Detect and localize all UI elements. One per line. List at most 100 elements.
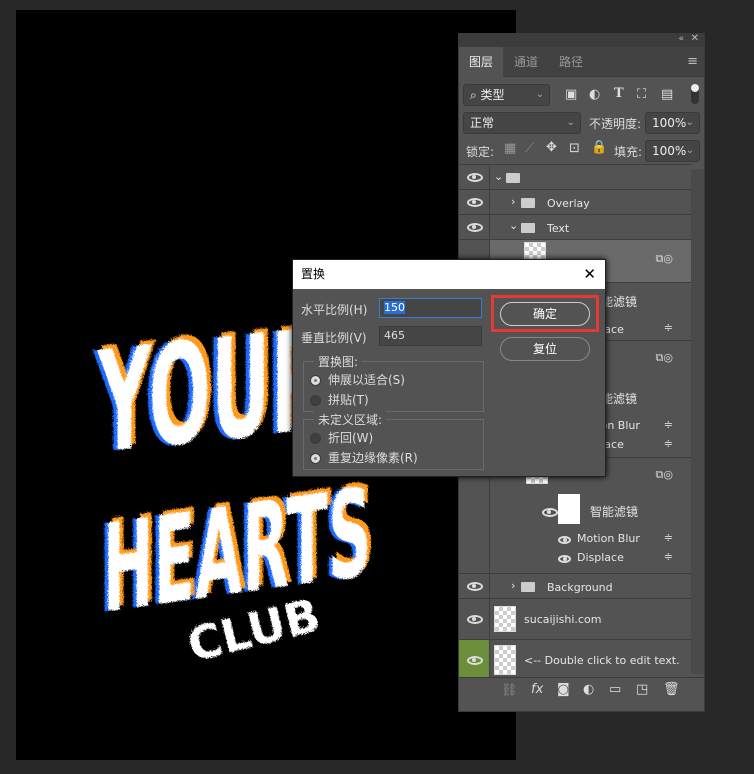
stretch-label[interactable]: 伸展以适合(S) bbox=[328, 371, 405, 388]
vertical-scale-value: 465 bbox=[384, 329, 405, 342]
new-layer-icon[interactable]: ◳ bbox=[636, 682, 648, 697]
filter-options-icon[interactable]: ≑ bbox=[664, 418, 673, 431]
layer-background[interactable]: › Background bbox=[459, 574, 691, 599]
eye-icon[interactable] bbox=[467, 198, 483, 207]
opacity-label: 不透明度: bbox=[589, 117, 642, 131]
filter-displace[interactable]: Displace bbox=[577, 551, 624, 564]
wrap-label[interactable]: 折回(W) bbox=[328, 429, 373, 446]
opacity-input[interactable]: 100% ⌄ bbox=[645, 112, 700, 134]
collapse-icon[interactable]: « bbox=[678, 34, 684, 44]
fill-input[interactable]: 100% ⌄ bbox=[645, 140, 700, 162]
layer-thumbnail bbox=[494, 606, 516, 632]
eye-icon[interactable] bbox=[542, 508, 558, 517]
eye-icon[interactable] bbox=[467, 615, 483, 624]
blend-mode-select[interactable]: 正常 ⌄ bbox=[463, 112, 581, 134]
adjustment-icon[interactable]: ◐ bbox=[583, 682, 594, 697]
smart-object-filter-icon[interactable]: ▤ bbox=[661, 87, 673, 102]
tab-layers[interactable]: 图层 bbox=[459, 47, 504, 77]
chevron-right-icon[interactable]: › bbox=[511, 579, 515, 592]
close-panel-icon[interactable]: ✕ bbox=[691, 33, 699, 44]
eye-icon[interactable] bbox=[467, 173, 483, 182]
group-label: 未定义区域: bbox=[314, 411, 387, 428]
layer-name: Text bbox=[547, 222, 570, 235]
tile-label[interactable]: 拼贴(T) bbox=[328, 391, 369, 408]
tab-channels[interactable]: 通道 bbox=[504, 47, 548, 77]
layers-scrollbar[interactable] bbox=[691, 169, 704, 674]
opacity-value: 100% bbox=[652, 116, 687, 130]
undefined-areas-group: 未定义区域: 折回(W) 重复边缘像素(R) bbox=[303, 411, 484, 470]
panel-menu-icon[interactable]: ≡ bbox=[687, 54, 698, 69]
chevron-down-icon: ⌄ bbox=[535, 89, 544, 100]
filter-options-icon[interactable]: ≑ bbox=[664, 531, 673, 544]
mask-icon[interactable]: ◙ bbox=[557, 682, 570, 697]
chevron-down-icon[interactable]: ⌄ bbox=[494, 170, 503, 183]
delete-icon[interactable]: 🗑 bbox=[663, 682, 680, 697]
filter-options-icon[interactable]: ≑ bbox=[664, 550, 673, 563]
radio-stretch[interactable] bbox=[310, 375, 321, 386]
panel-header: « ✕ bbox=[459, 33, 704, 47]
lock-artboard-icon[interactable]: ⊡ bbox=[569, 141, 580, 156]
layer-name: Background bbox=[547, 581, 613, 594]
search-icon: ⌕ bbox=[470, 88, 481, 102]
eye-icon[interactable] bbox=[558, 536, 571, 544]
adjustment-filter-icon[interactable]: ◐ bbox=[589, 87, 600, 102]
dialog-titlebar: 置换 ✕ bbox=[293, 260, 605, 289]
layer-text[interactable]: ⌄ Text bbox=[459, 215, 691, 240]
shape-filter-icon[interactable]: ⛶ bbox=[637, 87, 646, 102]
layer-thumbnail bbox=[494, 645, 516, 675]
filter-motion-blur[interactable]: Motion Blur bbox=[577, 532, 640, 545]
lock-transparent-icon[interactable]: ▦ bbox=[504, 141, 516, 156]
lock-all-icon[interactable]: 🔒 bbox=[591, 140, 607, 155]
eye-icon[interactable] bbox=[467, 223, 483, 232]
filter-toggle[interactable] bbox=[691, 84, 699, 104]
filter-options-icon[interactable]: ≑ bbox=[664, 437, 673, 450]
new-group-icon[interactable]: ▭ bbox=[609, 682, 621, 697]
chevron-down-icon[interactable]: ⌄ bbox=[509, 219, 518, 232]
displace-dialog: 置换 ✕ 水平比例(H) 150 垂直比例(V) 465 置换图: 伸展以适合(S… bbox=[292, 259, 606, 477]
smart-object-badge-icon: ⧉◎ bbox=[655, 468, 673, 481]
eye-icon[interactable] bbox=[467, 656, 483, 665]
reset-button[interactable]: 复位 bbox=[500, 337, 590, 361]
layer-group[interactable]: ⌄ bbox=[459, 165, 691, 190]
chevron-down-icon: ⌄ bbox=[566, 117, 575, 128]
type-filter-icon[interactable]: T bbox=[614, 86, 624, 101]
radio-tile[interactable] bbox=[310, 395, 321, 406]
group-label: 置换图: bbox=[314, 353, 363, 370]
layer-name: sucaijishi.com bbox=[524, 613, 602, 626]
filter-kind-value: 类型 bbox=[480, 88, 505, 102]
layer-edit-text[interactable]: <-- Double click to edit text. bbox=[459, 640, 691, 681]
link-icon[interactable]: ⛓ bbox=[501, 683, 518, 698]
radio-wrap[interactable] bbox=[310, 433, 321, 444]
chevron-down-icon: ⌄ bbox=[685, 145, 694, 156]
tab-paths[interactable]: 路径 bbox=[549, 47, 593, 77]
lock-move-icon[interactable]: ✥ bbox=[546, 140, 557, 155]
close-icon[interactable]: ✕ bbox=[583, 260, 596, 289]
chevron-down-icon: ⌄ bbox=[685, 117, 694, 128]
pixel-filter-icon[interactable]: ▣ bbox=[565, 87, 577, 102]
horizontal-scale-value: 150 bbox=[384, 301, 405, 314]
lock-brush-icon[interactable]: ⟋ bbox=[525, 141, 534, 156]
fill-value: 100% bbox=[652, 144, 687, 158]
fx-icon[interactable]: fx bbox=[531, 682, 543, 697]
layer-overlay[interactable]: › Overlay bbox=[459, 190, 691, 215]
ok-button[interactable]: 确定 bbox=[500, 302, 590, 326]
filter-options-icon[interactable]: ≑ bbox=[664, 321, 673, 334]
art-line-1: YOUR bbox=[95, 297, 326, 484]
dialog-title: 置换 bbox=[301, 267, 326, 281]
folder-icon bbox=[506, 173, 520, 183]
layer-sucaijishi[interactable]: sucaijishi.com bbox=[459, 599, 691, 640]
repeat-edge-label[interactable]: 重复边缘像素(R) bbox=[328, 449, 418, 466]
eye-icon[interactable] bbox=[467, 582, 483, 591]
chevron-right-icon[interactable]: › bbox=[511, 195, 515, 208]
displacement-map-group: 置换图: 伸展以适合(S) 拼贴(T) bbox=[303, 353, 484, 412]
horizontal-scale-input[interactable]: 150 bbox=[379, 298, 482, 318]
vertical-scale-input[interactable]: 465 bbox=[379, 326, 482, 346]
smart-object-badge-icon: ⧉◎ bbox=[655, 252, 673, 265]
eye-icon[interactable] bbox=[558, 555, 571, 563]
radio-repeat-edge[interactable] bbox=[310, 453, 321, 464]
filter-kind-select[interactable]: ⌕ 类型 ⌄ bbox=[463, 84, 550, 106]
lock-label: 锁定: bbox=[466, 145, 495, 159]
smart-filters-label: 智能滤镜 bbox=[590, 505, 639, 519]
fill-label: 填充: bbox=[614, 145, 643, 159]
folder-icon bbox=[521, 198, 535, 208]
